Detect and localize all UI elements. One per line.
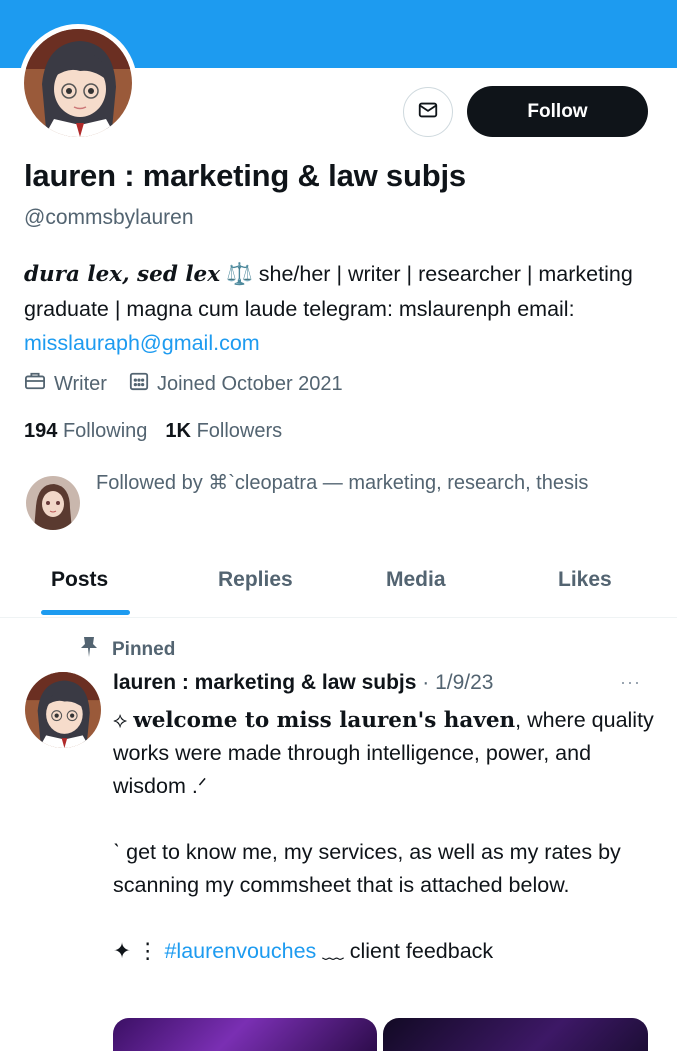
pinned-indicator: Pinned	[80, 636, 175, 664]
hashtag-link[interactable]: #laurenvouches	[164, 939, 316, 963]
pinned-label: Pinned	[112, 639, 176, 660]
tab-media[interactable]: Media	[386, 568, 446, 592]
occupation-label: Writer	[54, 372, 107, 395]
post-welcome-bold: welcome to miss lauren's haven	[133, 708, 516, 733]
tab-replies[interactable]: Replies	[218, 568, 293, 592]
pin-icon	[80, 636, 112, 664]
display-name: lauren : marketing & law subjs	[24, 158, 466, 193]
following-label: Following	[62, 420, 148, 442]
follow-stats: 194 Following 1K Followers	[24, 420, 282, 443]
active-tab-indicator	[41, 610, 130, 615]
occupation-item: Writer	[24, 371, 107, 397]
bio-email-link[interactable]: misslauraph@gmail.com	[24, 331, 260, 355]
followers-label: Followers	[196, 420, 283, 442]
tab-likes[interactable]: Likes	[558, 568, 612, 592]
star-glyph: ✦ ⋮	[113, 939, 165, 963]
joined-item: Joined October 2021	[129, 371, 343, 397]
post-paragraph-3: ✦ ⋮ #laurenvouches ﹏ client feedback	[113, 935, 658, 968]
profile-bio: dura lex, sed lex ⚖️ she/her | writer | …	[24, 257, 654, 360]
joined-label: Joined October 2021	[156, 372, 343, 395]
post-author-avatar[interactable]	[25, 672, 101, 748]
profile-avatar[interactable]	[19, 24, 137, 142]
post-paragraph-1: ⟡ welcome to miss lauren's haven, where …	[113, 704, 658, 803]
follow-button[interactable]: Follow	[467, 86, 648, 137]
post-paragraph-2: ˋ get to know me, my services, as well a…	[113, 840, 621, 897]
post-date[interactable]: · 1/9/23	[422, 671, 493, 694]
tab-posts[interactable]: Posts	[51, 568, 108, 592]
sparkle-glyph: ⟡	[113, 708, 134, 732]
post-text: ⟡ welcome to miss lauren's haven, where …	[113, 704, 658, 968]
followers-link[interactable]: 1K Followers	[165, 420, 282, 442]
post-header: lauren : marketing & law subjs · 1/9/23	[113, 671, 493, 695]
bio-motto: dura lex, sed lex	[24, 262, 221, 287]
scales-emoji: ⚖️	[226, 262, 253, 286]
followed-by-text[interactable]: Followed by ⌘`cleopatra — marketing, res…	[96, 463, 636, 503]
profile-meta: Writer Joined October 2021	[24, 371, 365, 397]
user-handle: @commsbylauren	[24, 206, 194, 229]
briefcase-icon	[24, 371, 54, 397]
post-feedback-text: ﹏ client feedback	[316, 939, 494, 963]
followed-by-avatar[interactable]	[26, 476, 80, 530]
calendar-icon	[129, 371, 157, 397]
post-media-image-2[interactable]	[383, 1018, 648, 1051]
following-count: 194	[24, 420, 58, 442]
post-author-name[interactable]: lauren : marketing & law subjs	[113, 671, 416, 694]
more-options-icon[interactable]: ···	[620, 672, 641, 693]
following-link[interactable]: 194 Following	[24, 420, 147, 442]
followers-count: 1K	[165, 420, 191, 442]
message-button[interactable]	[403, 87, 453, 137]
post-media-image-1[interactable]	[113, 1018, 377, 1051]
envelope-icon	[417, 99, 439, 126]
